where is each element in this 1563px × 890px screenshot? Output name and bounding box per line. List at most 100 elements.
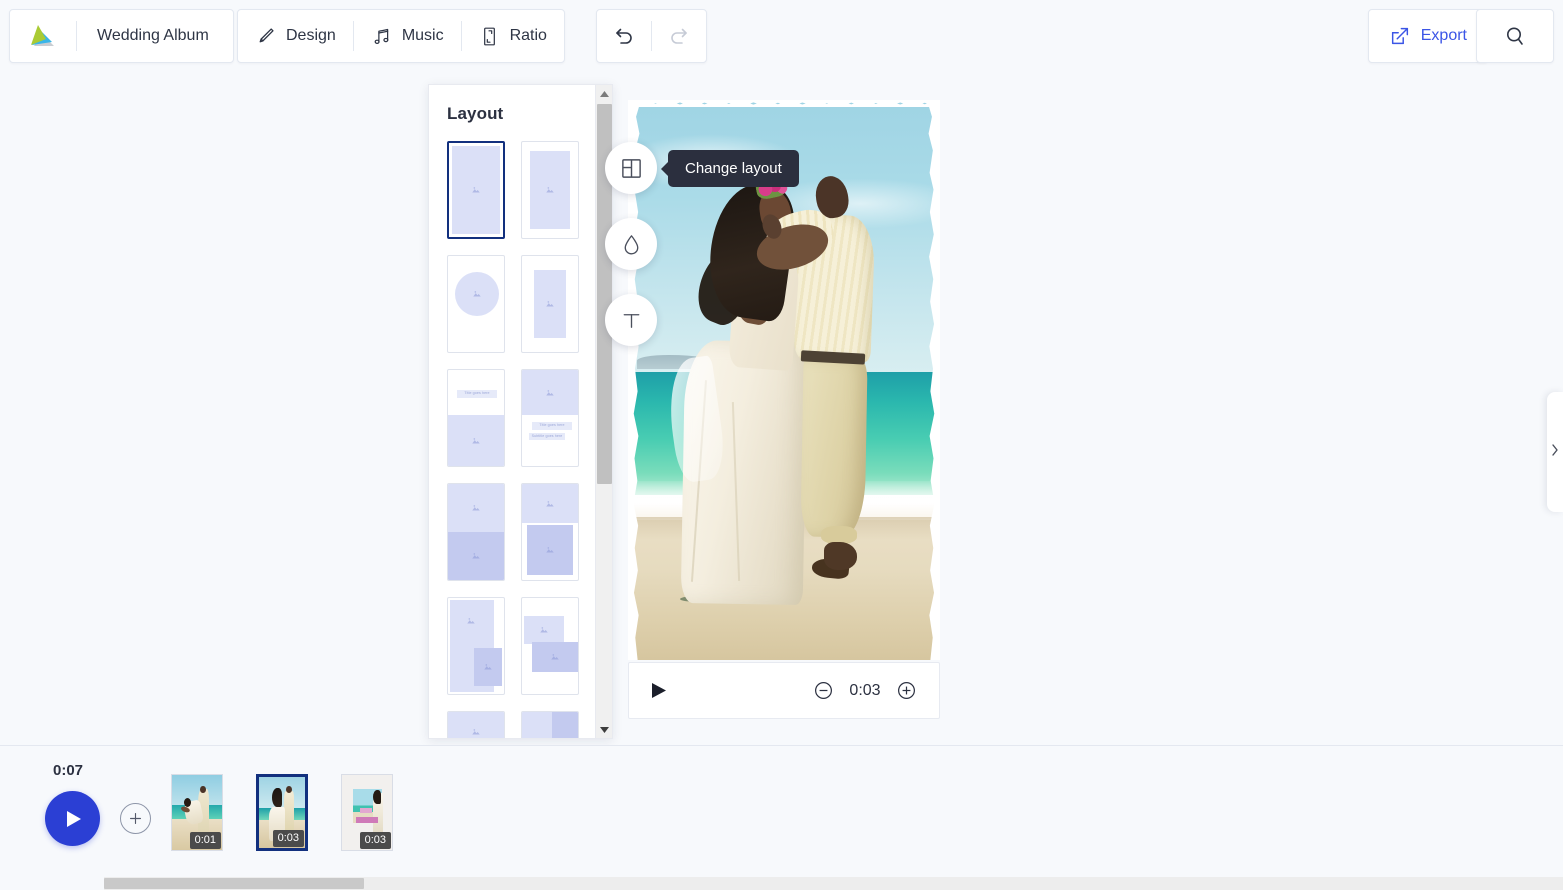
increase-duration-button[interactable] bbox=[896, 680, 917, 701]
image-placeholder-icon bbox=[546, 187, 554, 193]
layout-option-centered-portrait[interactable] bbox=[521, 255, 579, 353]
change-layout-button[interactable] bbox=[605, 142, 657, 194]
clip-duration-badge: 0:03 bbox=[359, 831, 391, 849]
layout-thumb-photo bbox=[455, 272, 499, 316]
layout-option-circle-single[interactable] bbox=[447, 255, 505, 353]
tools-group: Design Music Ratio bbox=[237, 9, 565, 63]
image-placeholder-icon bbox=[472, 187, 480, 193]
search-icon bbox=[1503, 24, 1527, 48]
thumb-bride-hair bbox=[271, 788, 282, 807]
timeline-play-button[interactable] bbox=[45, 791, 100, 846]
play-icon bbox=[652, 683, 666, 698]
plus-icon bbox=[129, 812, 142, 825]
chevron-right-icon bbox=[1550, 443, 1560, 462]
timeline-clip[interactable]: 0:03 bbox=[256, 774, 308, 851]
image-placeholder-icon bbox=[472, 729, 480, 735]
export-label: Export bbox=[1420, 27, 1467, 44]
layout-thumb-photo bbox=[534, 270, 566, 338]
timeline-scrollbar-thumb[interactable] bbox=[104, 878, 364, 889]
app-logo[interactable] bbox=[10, 10, 76, 62]
layout-thumb-photo bbox=[530, 151, 570, 229]
export-button[interactable]: Export bbox=[1369, 10, 1487, 62]
scroll-up-icon[interactable] bbox=[596, 85, 613, 102]
layout-panel-body: Layout Title goes here Title goes here S… bbox=[429, 85, 595, 738]
preview-playback-bar: 0:03 bbox=[628, 662, 940, 719]
layout-option-split-vertical-two[interactable] bbox=[521, 711, 579, 738]
image-placeholder-icon bbox=[472, 437, 480, 443]
timeline-scrollbar[interactable] bbox=[104, 877, 1563, 890]
layout-thumb-title: Title goes here bbox=[532, 422, 572, 430]
layout-option-title-over-photo[interactable]: Title goes here bbox=[447, 369, 505, 467]
layout-option-overlap-two-photo[interactable] bbox=[447, 597, 505, 695]
image-placeholder-icon bbox=[546, 547, 554, 553]
thumb-text-line bbox=[360, 808, 372, 814]
play-icon bbox=[66, 810, 81, 827]
layout-option-staggered-two-photo[interactable] bbox=[521, 597, 579, 695]
layout-thumb-photo bbox=[448, 532, 504, 580]
image-placeholder-icon bbox=[551, 654, 559, 660]
redo-button[interactable] bbox=[652, 10, 706, 62]
image-placeholder-icon bbox=[472, 505, 480, 511]
tool-ratio[interactable]: Ratio bbox=[462, 10, 564, 62]
thumb-sky bbox=[259, 777, 305, 810]
project-group: Wedding Album bbox=[9, 9, 234, 63]
external-link-icon bbox=[1389, 25, 1411, 47]
groom-cuff bbox=[820, 525, 858, 544]
layout-option-wide-top-photo[interactable] bbox=[447, 711, 505, 738]
tool-music[interactable]: Music bbox=[354, 10, 461, 62]
project-name[interactable]: Wedding Album bbox=[77, 27, 233, 45]
expand-right-panel-button[interactable] bbox=[1547, 392, 1563, 512]
layout-option-top-photo-inset-bottom[interactable] bbox=[521, 483, 579, 581]
thumb-bride-hair bbox=[373, 790, 381, 804]
timeline-total-duration: 0:07 bbox=[53, 762, 84, 779]
layout-option-inset-single[interactable] bbox=[521, 141, 579, 239]
timeline-clip[interactable]: 0:01 bbox=[171, 774, 223, 851]
timeline-clip-list: 0:01 0:03 0:03 bbox=[171, 774, 393, 851]
clip-duration-badge: 0:01 bbox=[189, 831, 221, 849]
thumb-text-line bbox=[356, 817, 378, 823]
preview-play-button[interactable] bbox=[651, 682, 667, 699]
image-placeholder-icon bbox=[546, 500, 554, 506]
layout-thumb-photo bbox=[527, 525, 573, 575]
layout-thumb-photo bbox=[448, 712, 504, 738]
layout-thumb-photo bbox=[524, 616, 564, 644]
text-icon bbox=[620, 309, 643, 332]
image-placeholder-icon bbox=[472, 553, 480, 559]
layout-option-two-stacked-equal[interactable] bbox=[447, 483, 505, 581]
tool-design[interactable]: Design bbox=[238, 10, 353, 62]
layout-thumb-photo bbox=[474, 648, 502, 686]
image-placeholder-icon bbox=[546, 389, 554, 395]
image-placeholder-icon bbox=[467, 618, 475, 624]
groom-foot bbox=[823, 542, 858, 571]
thumb-groom bbox=[284, 791, 295, 836]
tool-music-label: Music bbox=[401, 27, 444, 44]
layout-thumb-photo bbox=[452, 146, 500, 234]
layout-thumb-photo bbox=[532, 642, 578, 672]
app-logo-icon bbox=[28, 22, 60, 50]
filters-button[interactable] bbox=[605, 218, 657, 270]
undo-button[interactable] bbox=[597, 10, 651, 62]
plus-circle-icon bbox=[898, 682, 915, 699]
thumb-groom-head bbox=[285, 786, 292, 794]
music-note-icon bbox=[371, 26, 392, 47]
text-button[interactable] bbox=[605, 294, 657, 346]
decrease-duration-button[interactable] bbox=[813, 680, 834, 701]
duration-stepper: 0:03 bbox=[813, 680, 917, 701]
scroll-down-icon[interactable] bbox=[596, 721, 613, 738]
layout-thumb-photo bbox=[448, 415, 504, 466]
layout-option-photo-over-title-subtitle[interactable]: Title goes here Subtitle goes here bbox=[521, 369, 579, 467]
top-toolbar: Wedding Album Design Music Ratio Export bbox=[0, 0, 1563, 72]
brush-icon bbox=[255, 26, 276, 47]
layout-thumb-photo bbox=[522, 484, 578, 523]
layout-thumb-photo bbox=[522, 712, 552, 738]
redo-icon bbox=[667, 24, 691, 48]
timeline-clip[interactable]: 0:03 bbox=[341, 774, 393, 851]
timeline-bar: 0:07 0:01 0:03 0:03 bbox=[0, 745, 1563, 890]
search-button[interactable] bbox=[1477, 10, 1553, 62]
droplet-icon bbox=[620, 233, 643, 256]
layout-option-full-bleed-single[interactable] bbox=[447, 141, 505, 239]
layout-panel-title: Layout bbox=[447, 104, 504, 123]
thumb-bride-head bbox=[184, 797, 191, 807]
groom-trousers bbox=[800, 357, 869, 538]
add-media-button[interactable] bbox=[120, 803, 151, 834]
